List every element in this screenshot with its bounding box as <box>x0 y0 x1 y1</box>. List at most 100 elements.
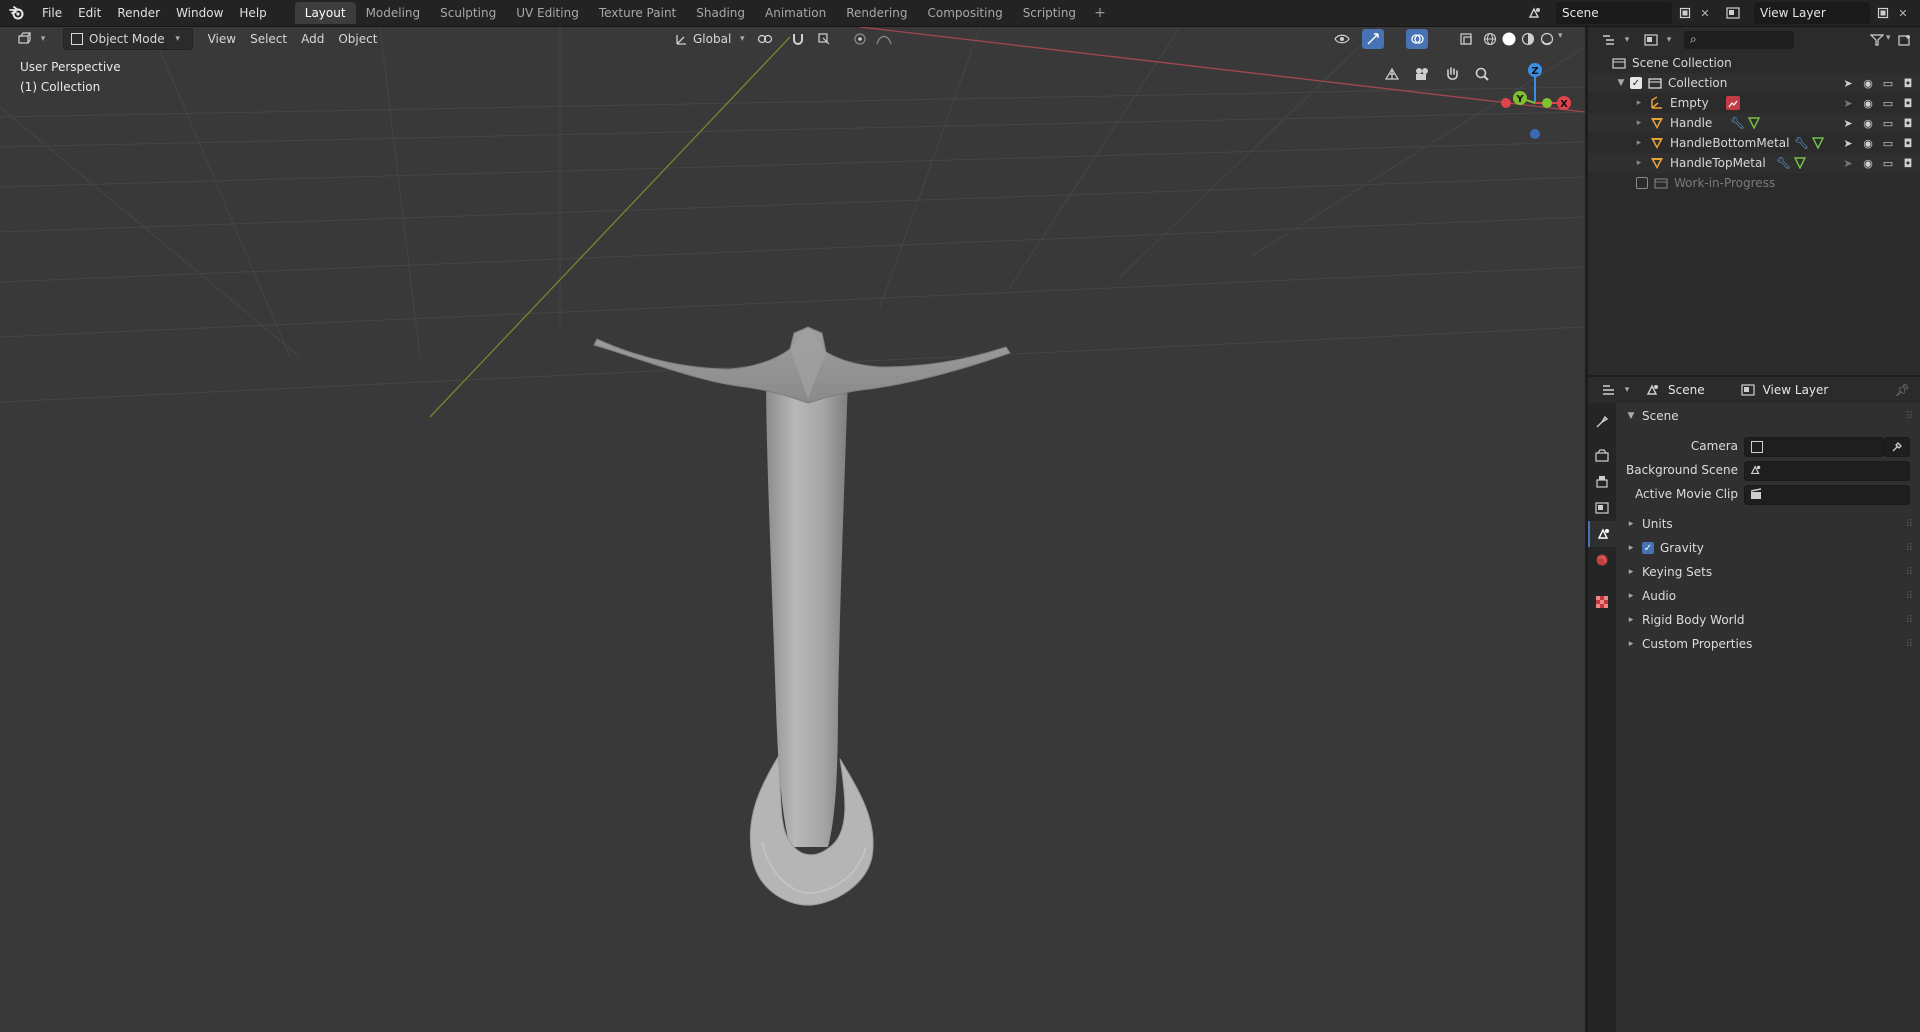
mesh-data-icon[interactable] <box>1748 117 1760 129</box>
selectable-cursor-icon[interactable]: ➤ <box>1840 155 1856 171</box>
gravity-checkbox[interactable]: ✓ <box>1642 542 1654 554</box>
selectable-cursor-icon[interactable]: ➤ <box>1840 135 1856 151</box>
toggle-grid-view-icon[interactable] <box>1380 62 1404 86</box>
modifier-wrench-icon[interactable]: 🔧︎ <box>1776 156 1791 170</box>
expand-arrow-icon[interactable]: ▸ <box>1632 118 1646 128</box>
monitor-icon[interactable]: ▭ <box>1880 115 1896 131</box>
menu-window[interactable]: Window <box>168 0 231 26</box>
selectable-cursor-icon[interactable]: ➤ <box>1840 115 1856 131</box>
menu-render[interactable]: Render <box>109 0 168 26</box>
eye-icon[interactable]: ◉ <box>1860 95 1876 111</box>
audio-section[interactable]: ▸ Audio ⠿ <box>1616 585 1920 607</box>
new-view-layer-icon[interactable] <box>1872 2 1894 24</box>
gizmo-neg-z-handle[interactable] <box>1530 129 1540 139</box>
outliner-search-input[interactable]: ⌕ <box>1684 31 1794 49</box>
rigid-body-world-section[interactable]: ▸ Rigid Body World ⠿ <box>1616 609 1920 631</box>
menu-edit[interactable]: Edit <box>70 0 109 26</box>
mesh-data-icon[interactable] <box>1794 157 1806 169</box>
expand-arrow-icon[interactable]: ▼ <box>1624 411 1638 421</box>
visibility-selectability-icon[interactable] <box>1330 27 1354 51</box>
eye-icon[interactable]: ◉ <box>1860 115 1876 131</box>
tab-output-icon[interactable] <box>1588 469 1616 495</box>
pan-hand-icon[interactable] <box>1440 62 1464 86</box>
properties-scene-tab-label[interactable]: Scene <box>1668 383 1705 397</box>
monitor-icon[interactable]: ▭ <box>1880 95 1896 111</box>
xray-toggle-icon[interactable] <box>1454 27 1478 51</box>
navigation-gizmo[interactable]: Z X Y <box>1490 58 1580 148</box>
3d-viewport[interactable] <box>0 27 1585 1032</box>
expand-arrow-icon[interactable]: ▸ <box>1632 158 1646 168</box>
gizmo-neg-y-handle[interactable] <box>1542 98 1552 108</box>
outliner-scene-collection[interactable]: Scene Collection <box>1588 53 1920 73</box>
expand-arrow-icon[interactable]: ▸ <box>1624 591 1638 601</box>
camera-icon[interactable]: ◘ <box>1900 95 1916 111</box>
handle-model[interactable] <box>593 326 1011 906</box>
tab-render-icon[interactable] <box>1588 443 1616 469</box>
expand-arrow-icon[interactable]: ▸ <box>1624 639 1638 649</box>
tab-modeling[interactable]: Modeling <box>356 2 431 24</box>
tab-uv-editing[interactable]: UV Editing <box>506 2 589 24</box>
tab-rendering[interactable]: Rendering <box>836 2 917 24</box>
overlays-toggle-icon[interactable] <box>1406 29 1428 49</box>
new-scene-icon[interactable] <box>1674 2 1696 24</box>
modifier-wrench-icon[interactable]: 🔧︎ <box>1794 136 1809 150</box>
transform-orientation-dropdown[interactable]: Global ▾ <box>668 29 756 49</box>
tab-scene-icon[interactable] <box>1588 521 1618 547</box>
keying-sets-section[interactable]: ▸ Keying Sets ⠿ <box>1616 561 1920 583</box>
mesh-data-icon[interactable] <box>1812 137 1824 149</box>
gravity-section[interactable]: ▸ ✓ Gravity ⠿ <box>1616 537 1920 559</box>
tab-scripting[interactable]: Scripting <box>1013 2 1086 24</box>
expand-arrow-icon[interactable]: ▼ <box>1614 78 1628 88</box>
gizmo-neg-x-handle[interactable] <box>1501 98 1511 108</box>
tab-world-icon[interactable] <box>1588 547 1616 573</box>
drag-grip-icon[interactable]: ⠿ <box>1906 543 1914 554</box>
view-layer-browse-icon[interactable] <box>1722 2 1744 24</box>
pin-icon[interactable]: 📌︎ <box>1895 383 1910 397</box>
gizmo-toggle-icon[interactable] <box>1362 29 1384 49</box>
custom-properties-section[interactable]: ▸ Custom Properties ⠿ <box>1616 633 1920 655</box>
drag-grip-icon[interactable]: ⠿ <box>1906 411 1914 422</box>
delete-view-layer-icon[interactable]: ✕ <box>1892 2 1914 24</box>
modifier-wrench-icon[interactable]: 🔧︎ <box>1730 116 1745 130</box>
monitor-icon[interactable]: ▭ <box>1880 155 1896 171</box>
outliner-item-handle-bottom-metal[interactable]: ▸ HandleBottomMetal 🔧︎ ➤ ◉ ▭ ◘ <box>1588 133 1920 153</box>
snap-magnet-icon[interactable] <box>786 27 810 51</box>
eye-icon[interactable]: ◉ <box>1860 75 1876 91</box>
monitor-icon[interactable]: ▭ <box>1880 75 1896 91</box>
shading-options-chevron-icon[interactable]: ▾ <box>1558 31 1563 41</box>
tab-texture-icon[interactable] <box>1588 589 1616 615</box>
object-mode-dropdown[interactable]: Object Mode ▾ <box>63 28 193 50</box>
units-section[interactable]: ▸ Units ⠿ <box>1616 513 1920 535</box>
expand-arrow-icon[interactable]: ▸ <box>1632 138 1646 148</box>
collection-checkbox[interactable]: ✓ <box>1630 77 1642 89</box>
eyedropper-icon[interactable] <box>1884 437 1910 457</box>
outliner-editor-type-icon[interactable] <box>1598 29 1620 51</box>
outliner-item-empty[interactable]: ▸ Empty ➤ ◉ ▭ ◘ <box>1588 93 1920 113</box>
tab-sculpting[interactable]: Sculpting <box>430 2 506 24</box>
empty-image-data-icon[interactable] <box>1726 96 1740 110</box>
properties-view-layer-tab-label[interactable]: View Layer <box>1763 383 1829 397</box>
editor-type-dropdown[interactable]: ▾ <box>10 29 57 49</box>
camera-icon[interactable]: ◘ <box>1900 135 1916 151</box>
eye-icon[interactable]: ◉ <box>1860 135 1876 151</box>
menu-help[interactable]: Help <box>231 0 274 26</box>
tab-compositing[interactable]: Compositing <box>917 2 1012 24</box>
tab-view-layer-icon[interactable] <box>1588 495 1616 521</box>
filter-icon[interactable] <box>1866 29 1888 51</box>
expand-arrow-icon[interactable]: ▸ <box>1624 615 1638 625</box>
expand-arrow-icon[interactable]: ▸ <box>1632 98 1646 108</box>
tab-animation[interactable]: Animation <box>755 2 836 24</box>
viewport-menu-object[interactable]: Object <box>331 29 384 49</box>
tab-texture-paint[interactable]: Texture Paint <box>589 2 686 24</box>
add-workspace-button[interactable]: + <box>1086 5 1114 21</box>
viewport-menu-add[interactable]: Add <box>294 29 331 49</box>
active-movie-clip-field[interactable] <box>1744 485 1910 505</box>
drag-grip-icon[interactable]: ⠿ <box>1906 567 1914 578</box>
delete-scene-icon[interactable]: ✕ <box>1694 2 1716 24</box>
scene-browse-icon[interactable] <box>1524 2 1546 24</box>
new-collection-icon[interactable] <box>1894 29 1916 51</box>
drag-grip-icon[interactable]: ⠿ <box>1906 591 1914 602</box>
chevron-down-icon[interactable]: ▾ <box>1886 33 1891 43</box>
monitor-icon[interactable]: ▭ <box>1880 135 1896 151</box>
expand-arrow-icon[interactable]: ▸ <box>1624 567 1638 577</box>
